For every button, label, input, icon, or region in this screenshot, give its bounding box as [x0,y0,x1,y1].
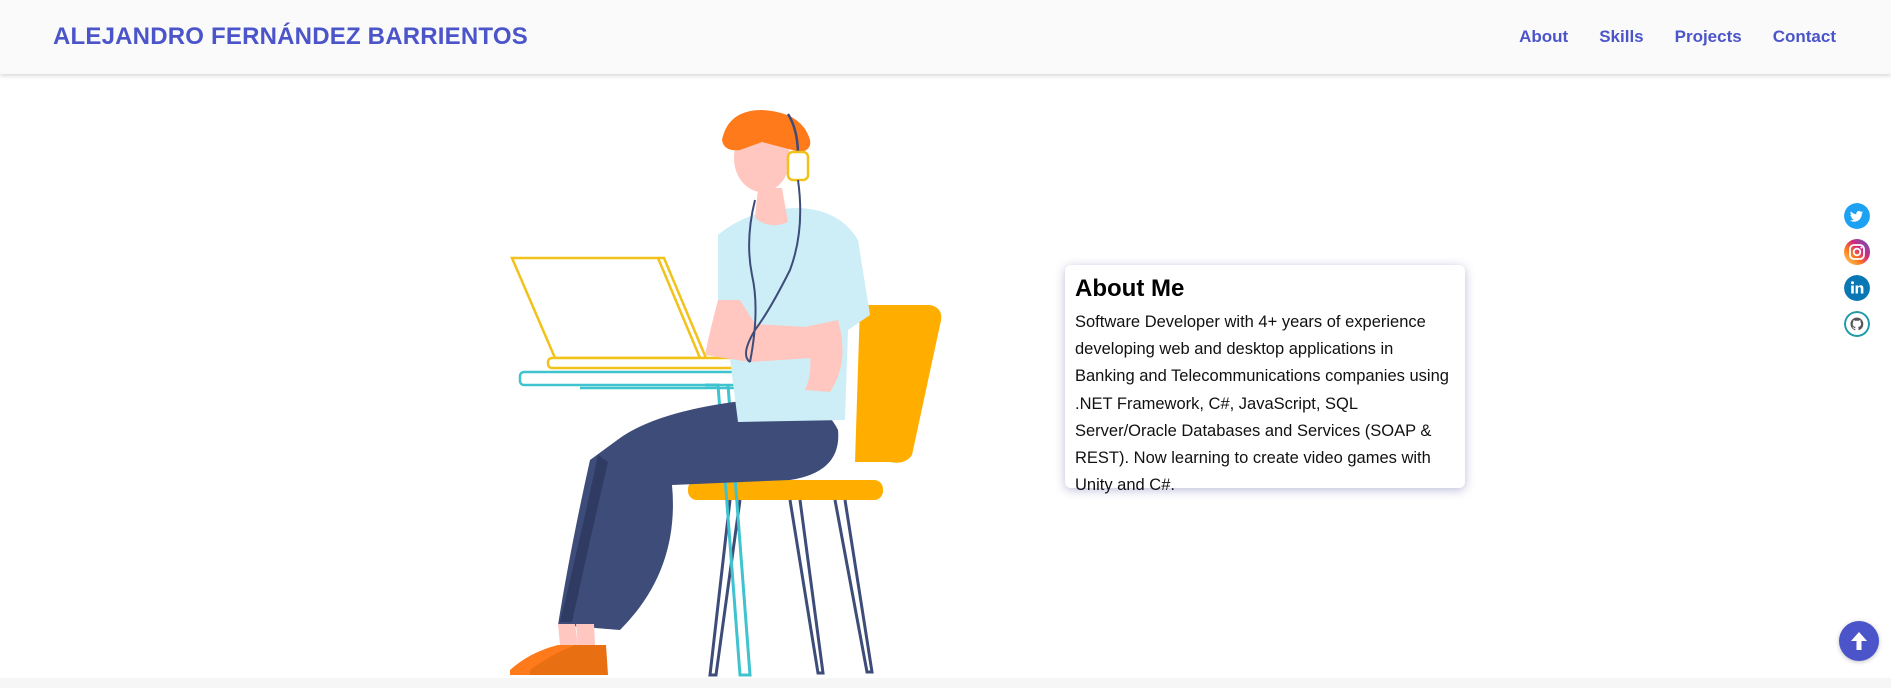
arrow-up-icon [1851,632,1867,650]
about-description: Software Developer with 4+ years of expe… [1075,313,1449,495]
nav-link-about[interactable]: About [1519,27,1568,47]
social-links [1844,203,1870,337]
site-brand[interactable]: ALEJANDRO FERNÁNDEZ BARRIENTOS [53,23,528,51]
developer-illustration [510,110,942,677]
footer-strip [0,678,1891,688]
twitter-icon[interactable] [1844,203,1870,229]
github-icon[interactable] [1844,311,1870,337]
nav-link-contact[interactable]: Contact [1773,27,1836,47]
scroll-to-top-button[interactable] [1839,621,1879,661]
navbar: ALEJANDRO FERNÁNDEZ BARRIENTOS About Ski… [0,0,1891,74]
instagram-icon[interactable] [1844,239,1870,265]
chair-back [855,305,942,463]
laptop-base [546,356,760,370]
ankle [558,624,578,645]
linkedin-icon[interactable] [1844,275,1870,301]
headphone-cup [786,150,810,182]
neck [755,188,788,226]
nav-menu: About Skills Projects Contact [1519,27,1836,47]
nav-link-projects[interactable]: Projects [1675,27,1742,47]
about-title: About Me [1075,275,1185,302]
about-me-card: About Me Software Developer with 4+ year… [1065,265,1465,494]
ankle-2 [576,624,595,645]
legs [558,398,839,630]
nav-link-skills[interactable]: Skills [1599,27,1643,47]
laptop-screen [510,256,702,360]
